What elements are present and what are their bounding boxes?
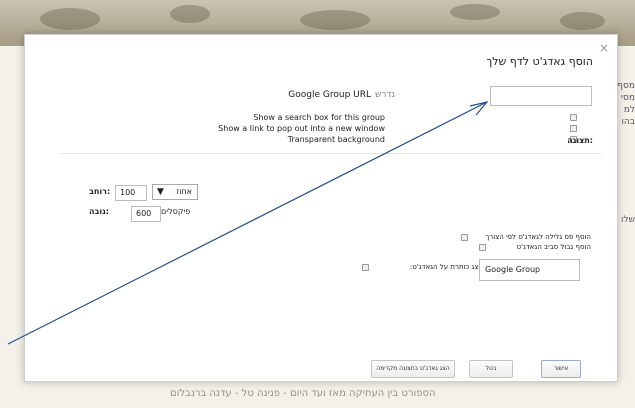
group-url-label: Google Group URL נדרש — [288, 90, 395, 100]
width-unit-select[interactable]: ▼ אחוז — [152, 184, 198, 200]
section-divider — [61, 153, 601, 154]
show-title-checkbox[interactable] — [362, 264, 369, 271]
popout-link-option-label: Show a link to pop out into a new window — [218, 124, 385, 133]
ok-button[interactable]: אישור — [541, 360, 581, 378]
scrollbar-option-label: הוסף פס גלילה לגאדג'ט לפי הצורך — [485, 233, 592, 241]
group-url-input[interactable] — [490, 86, 592, 106]
search-box-checkbox[interactable] — [570, 114, 577, 121]
display-section-label: :תצוגה — [567, 136, 593, 145]
width-label: :רוחב — [89, 187, 111, 196]
search-box-option-label: Show a search box for this group — [253, 113, 385, 122]
show-title-label: הצג כותרת על הגאדג'ט: — [409, 263, 483, 271]
side-text-right-lower: שלו — [621, 215, 635, 225]
border-option-label: הוסף גבול סביב הגאדג'ט — [516, 243, 591, 251]
transparent-bg-option-label: Transparent background — [287, 135, 385, 144]
height-input[interactable]: 600 — [131, 206, 161, 222]
height-unit-label: פיקסלים — [161, 207, 191, 216]
chevron-down-icon: ▼ — [157, 187, 164, 197]
gadget-title-input[interactable]: Google Group — [479, 259, 580, 281]
add-gadget-dialog: × הוסף גאדג'ט לדף שלך Google Group URL נד… — [24, 34, 618, 382]
side-text-right: מסף מסי למ בהו — [618, 81, 635, 127]
dialog-title: הוסף גאדג'ט לדף שלך — [486, 55, 593, 68]
popout-link-checkbox[interactable] — [570, 125, 577, 132]
cancel-button[interactable]: בטל — [469, 360, 513, 378]
width-input[interactable]: 100 — [115, 185, 147, 201]
height-label: :גובה — [89, 207, 109, 216]
border-checkbox[interactable] — [479, 244, 486, 251]
page-footer: הספורט בין העתיקה מאז ועד היום - פנינה ט… — [170, 388, 436, 399]
preview-button[interactable]: הצג גאדג'ט בתצוגה מקדימה — [371, 360, 455, 378]
close-icon[interactable]: × — [599, 41, 609, 55]
scrollbar-checkbox[interactable] — [461, 234, 468, 241]
